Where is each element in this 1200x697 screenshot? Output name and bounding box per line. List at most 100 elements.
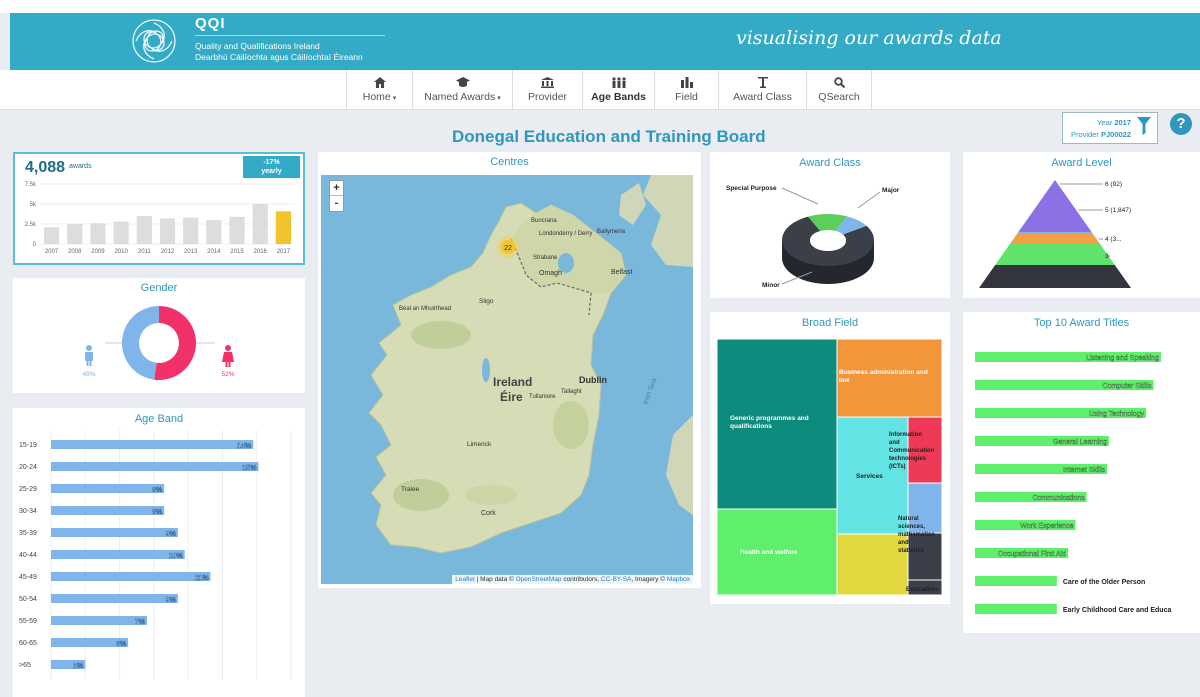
female-icon	[222, 345, 234, 367]
award-class-card: Award Class Special Purpose Major Minor	[710, 152, 950, 298]
zoom-in-button[interactable]: +	[330, 181, 343, 196]
x-tick-label: 2009	[91, 249, 105, 255]
year-bar	[229, 216, 245, 244]
pyramid-level	[1017, 232, 1093, 234]
male-icon	[85, 345, 93, 366]
awards-count: 4,088	[25, 159, 66, 176]
centres-card-title: Centres	[490, 156, 529, 168]
search-icon	[807, 77, 871, 89]
award-title-bar	[975, 576, 1057, 586]
centre-cluster-marker[interactable]: 22	[497, 236, 519, 258]
award-class-label: Major	[882, 187, 900, 194]
building-icon	[513, 77, 582, 89]
map-label-tallaght: Tallaght	[561, 389, 582, 395]
year-bar	[206, 220, 222, 244]
x-tick-label: 2011	[138, 249, 152, 255]
nav-qsearch[interactable]: QSearch	[806, 70, 872, 109]
wales-landmass	[666, 415, 693, 515]
pyramid-level	[1009, 234, 1101, 244]
age-bar	[51, 484, 165, 493]
mapbox-link[interactable]: Mapbox	[667, 576, 690, 583]
osm-link[interactable]: OpenStreetMap	[516, 576, 562, 583]
award-title-label: Computer Skills	[1103, 383, 1153, 390]
hill-area	[393, 479, 449, 511]
age-bar-label: 8%	[152, 487, 163, 494]
year-bar	[159, 218, 176, 244]
awards-by-year-chart: 7.5k 5k 2.5k 0 2007 2008 2009 2010 2011 2012 2013 2…	[25, 182, 295, 255]
scotland-island	[619, 183, 646, 225]
x-tick-label: 2013	[184, 249, 198, 255]
nav-named-awards-label: Named Awards	[424, 91, 496, 103]
awards-unit: awards	[69, 163, 92, 170]
treemap-label: Services	[856, 473, 883, 480]
mortarboard-icon	[413, 77, 512, 89]
y-tick-label: 2.5k	[25, 222, 37, 228]
map-label-eire: Éire	[500, 389, 523, 404]
ireland-map[interactable]: Ireland Éire Dublin Belfast Londonderry …	[321, 175, 693, 584]
age-category-label: 55-59	[19, 618, 37, 625]
age-band-chart: 010020030040050060070015-1914%20-2415%25…	[19, 430, 292, 680]
label-leader-line	[781, 187, 819, 205]
female-slice	[154, 306, 196, 380]
treemap-label: sciences,	[898, 524, 925, 530]
nav-age-bands[interactable]: Age Bands	[582, 70, 654, 109]
leaflet-link[interactable]: Leaflet	[455, 576, 475, 583]
age-bar-label: 15%	[242, 465, 257, 472]
nav-named-awards[interactable]: Named Awards ▾	[412, 70, 512, 109]
age-bar	[51, 572, 211, 581]
year-bar	[136, 216, 152, 244]
label-leader-line	[857, 191, 881, 209]
age-bar-label: 8%	[152, 509, 163, 516]
award-title-label: Using Technology	[1089, 411, 1145, 418]
year-bar	[183, 217, 199, 244]
qqi-swirl-logo-icon	[132, 19, 176, 63]
award-class-label: Minor	[762, 282, 780, 289]
centres-map[interactable]: Ireland Éire Dublin Belfast Londonderry …	[321, 175, 693, 584]
nav-provider[interactable]: Provider	[512, 70, 582, 109]
map-label-belfast: Belfast	[611, 269, 632, 276]
treemap-label: (ICTs)	[889, 464, 906, 470]
treemap-label: law	[839, 377, 850, 384]
award-level-label: 5 (1,847)	[1105, 207, 1131, 214]
age-bar-label: 10%	[169, 553, 184, 560]
map-label-strabane: Strabane	[533, 255, 558, 261]
broad-field-treemap: Generic programmes andqualifications Busi…	[716, 338, 943, 596]
map-attribution: Leaflet | Map data © OpenStreetMap contr…	[452, 575, 693, 584]
award-title-label: Internet Skills	[1063, 467, 1106, 474]
year-bar	[113, 221, 129, 244]
age-bar-label: 9%	[166, 531, 177, 538]
award-level-card: Award Level 6 (92) 5 (1,847) 4 (3... 3	[963, 152, 1200, 298]
pyramid-level	[1018, 180, 1092, 232]
pyramid-level	[995, 244, 1115, 265]
treemap-label: and	[898, 540, 909, 546]
funnel-icon[interactable]	[1137, 117, 1151, 135]
age-category-label: 50-54	[19, 596, 37, 603]
award-title-label: Communications	[1032, 495, 1085, 502]
donut-hole	[810, 231, 846, 251]
nav-qsearch-label: QSearch	[818, 91, 860, 103]
help-icon[interactable]: ?	[1170, 113, 1192, 135]
nav-field[interactable]: Field	[654, 70, 718, 109]
x-tick-label: 2015	[230, 249, 244, 255]
nav-home[interactable]: Home ▾	[346, 70, 412, 109]
year-bar	[90, 223, 106, 244]
header-tagline: visualising our awards data	[736, 27, 1002, 49]
treemap-label: Natural	[898, 516, 919, 522]
zoom-out-button[interactable]: -	[330, 196, 343, 211]
brand-subtitle-ga: Dearbhú Cáilíochta agus Cáilíochtaí Éire…	[195, 52, 363, 62]
treemap-cell	[836, 338, 943, 418]
map-label-sligo: Sligo	[479, 298, 494, 305]
age-category-label: 40-44	[19, 552, 37, 559]
nav-award-class[interactable]: Award Class	[718, 70, 806, 109]
page-title: Donegal Education and Training Board	[452, 127, 766, 146]
cc-by-sa-link[interactable]: CC-BY-SA	[601, 576, 631, 583]
age-category-label: 15-19	[19, 442, 37, 449]
age-bar-label: 11%	[195, 575, 209, 582]
brand-name: QQI	[195, 15, 226, 32]
treemap-label: and	[889, 440, 900, 446]
filter-panel[interactable]: Year 2017 Provider PJ00022	[1062, 112, 1158, 144]
y-tick-label: 7.5k	[25, 182, 37, 188]
treemap-label: Health and welfare	[740, 549, 798, 556]
home-icon	[347, 77, 412, 89]
header-banner: QQI Quality and Qualifications Ireland D…	[10, 13, 1200, 70]
